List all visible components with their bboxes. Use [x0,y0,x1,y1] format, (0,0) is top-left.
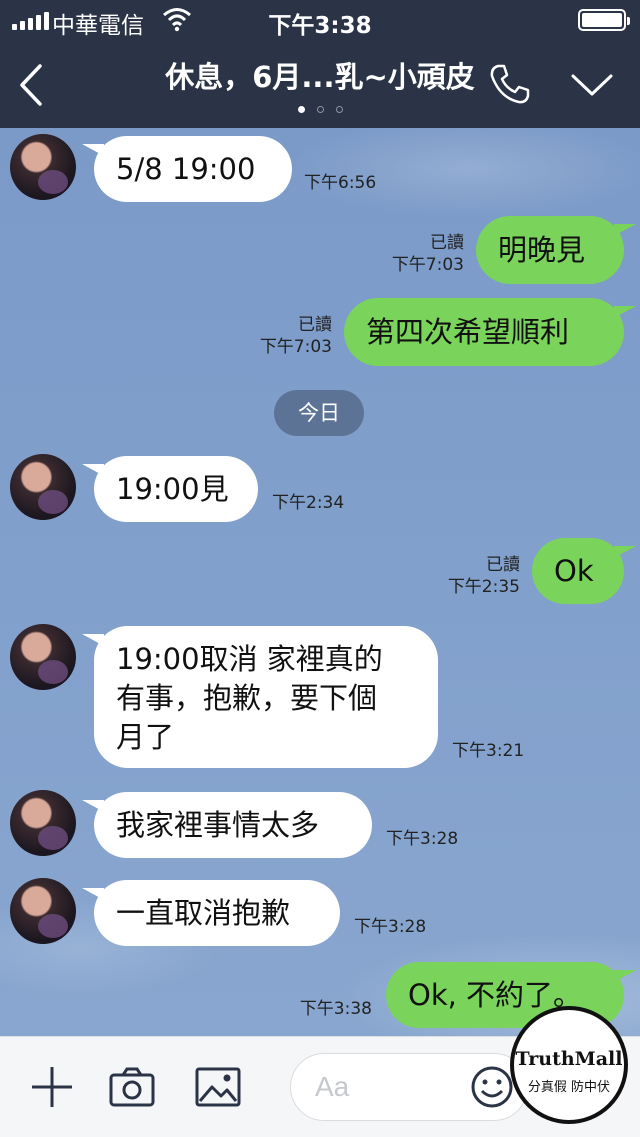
message-line: 月了 [116,720,175,754]
avatar[interactable] [10,878,76,944]
phone-icon[interactable] [488,62,532,106]
message-line: 有事，抱歉，要下個 [116,681,378,715]
page-dot [316,106,324,113]
message-meta: 已讀 下午7:03 [380,232,464,276]
status-bar: 中華電信 下午3:38 [0,0,640,42]
watermark-slogan: 分真假 防中伏 [527,1080,611,1095]
message-meta: 已讀 下午7:03 [248,314,332,358]
message-time: 下午7:03 [391,255,464,275]
message-time: 下午3:38 [299,999,372,1019]
message-time: 下午3:21 [452,741,525,761]
message-bubble-outgoing[interactable]: 明晚見 [476,216,636,284]
page-dot-active [297,106,305,113]
message-meta: 已讀 下午2:35 [436,554,520,598]
read-receipt: 已讀 [298,315,332,335]
message-bubble-outgoing[interactable]: 第四次希望順利 [344,298,636,366]
top-bar: 中華電信 下午3:38 休息，6月...乳~小頑皮 [0,0,640,128]
emoji-icon[interactable] [470,1065,514,1109]
image-icon[interactable] [194,1063,242,1111]
back-icon[interactable] [14,62,48,108]
page-dots [0,106,640,113]
message-bubble-outgoing[interactable]: Ok [532,538,636,604]
camera-icon[interactable] [108,1063,156,1111]
message-line: 19:00取消 家裡真的 [116,642,383,676]
chat-area[interactable]: 5/8 19:00 下午6:56 已讀 下午7:03 明晚見 已讀 下午7:03… [0,128,640,1036]
chat-title[interactable]: 休息，6月...乳~小頑皮 [100,54,540,96]
message-time: 下午2:35 [447,577,520,597]
message-bubble-incoming[interactable]: 一直取消抱歉 [82,880,340,946]
status-time: 下午3:38 [268,13,372,39]
message-bubble-incoming[interactable]: 5/8 19:00 [82,136,292,202]
chevron-down-icon[interactable] [570,70,614,100]
message-time: 下午7:03 [259,337,332,357]
message-bubble-incoming[interactable]: 我家裡事情太多 [82,792,372,858]
watermark-brand: TruthMall [515,1048,623,1070]
avatar[interactable] [10,624,76,690]
read-receipt: 已讀 [430,233,464,253]
day-separator: 今日 [274,390,364,436]
message-time: 下午2:34 [272,493,345,513]
page-dot [335,106,343,113]
read-receipt: 已讀 [486,555,520,575]
battery-icon [578,9,630,31]
avatar[interactable] [10,790,76,856]
message-bubble-incoming[interactable]: 19:00見 [82,456,258,522]
message-time: 下午3:28 [386,829,459,849]
plus-icon[interactable] [28,1063,76,1111]
message-time: 下午3:28 [354,917,427,937]
message-time: 下午6:56 [304,173,377,193]
watermark-logo: TruthMall 分真假 防中伏 [510,1006,628,1124]
message-bubble-incoming[interactable]: 19:00取消 家裡真的 有事，抱歉，要下個 月了 [82,626,438,768]
avatar[interactable] [10,454,76,520]
avatar[interactable] [10,134,76,200]
